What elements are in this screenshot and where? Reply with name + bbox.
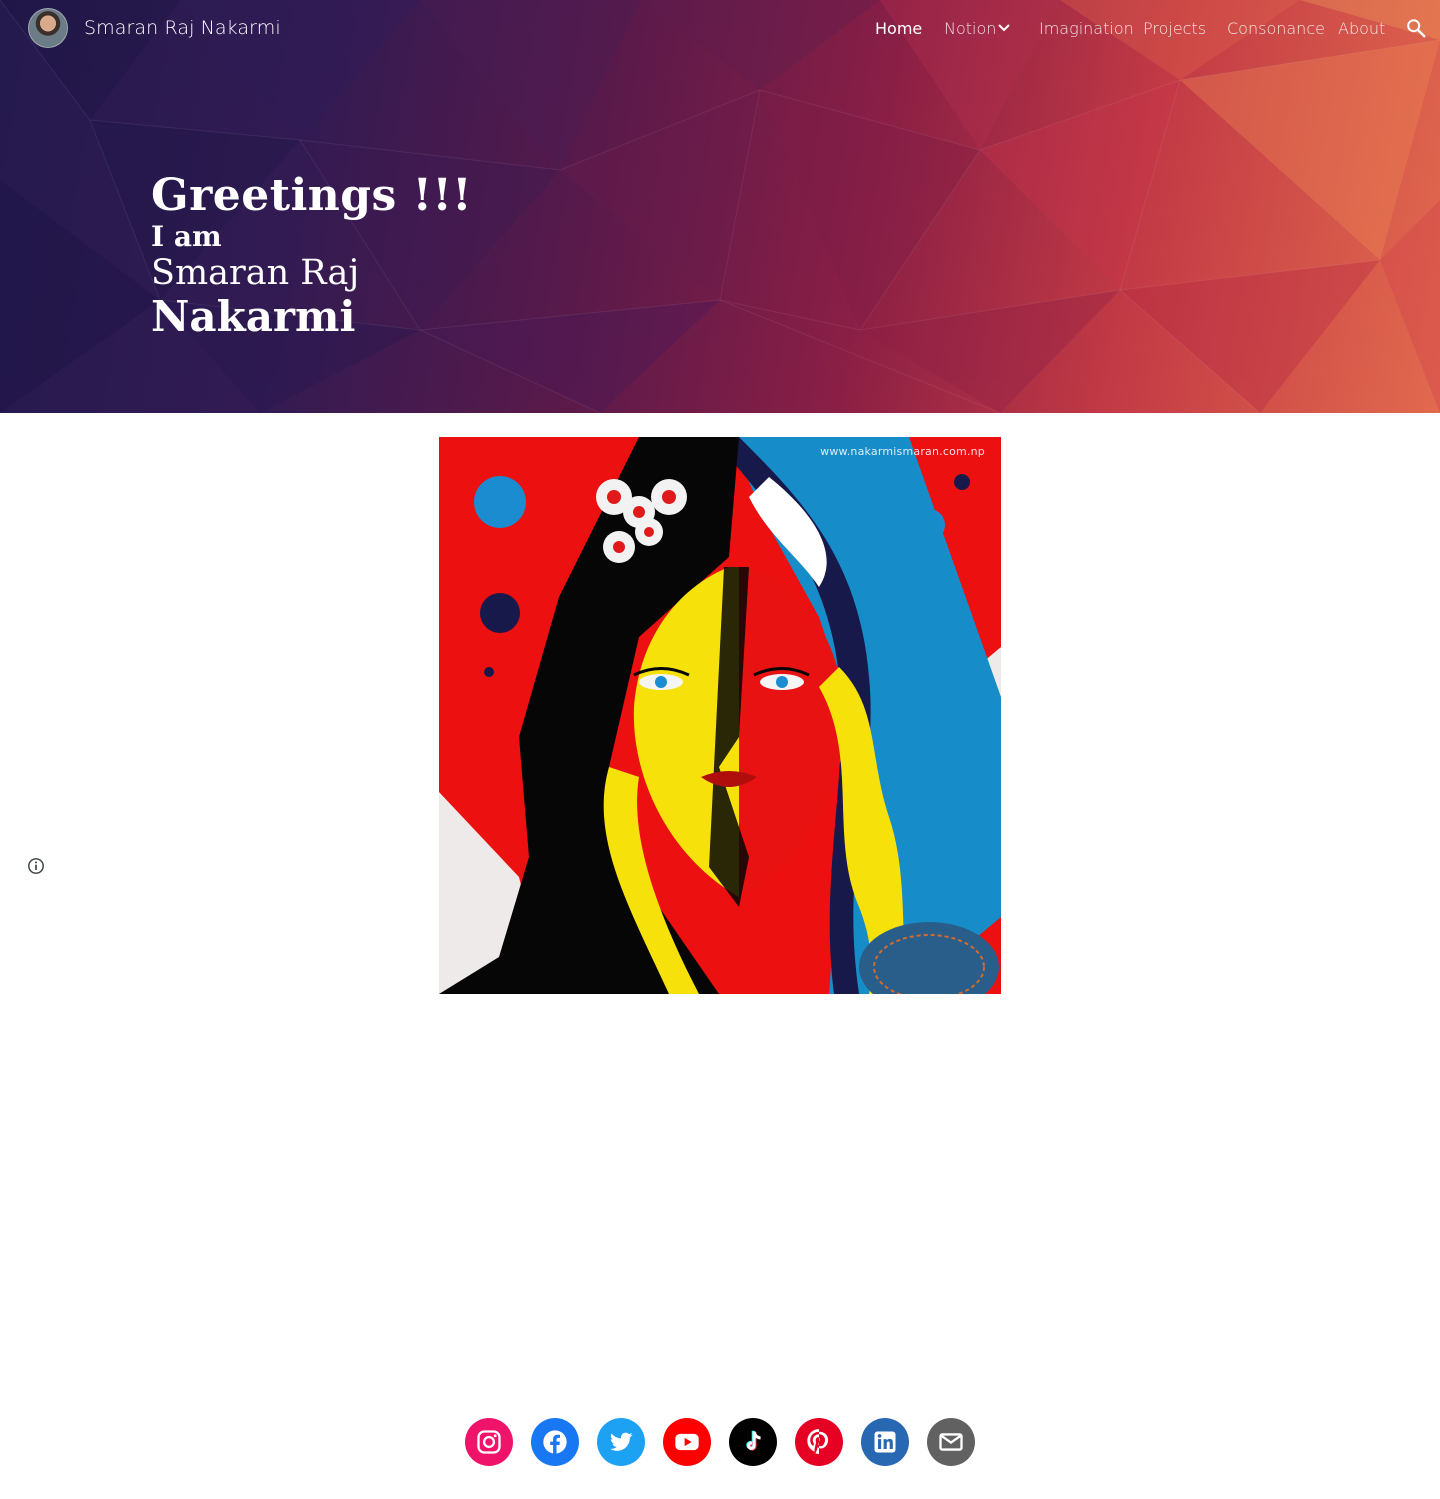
- facebook-button[interactable]: [531, 1418, 579, 1466]
- info-icon[interactable]: [27, 857, 45, 875]
- pinterest-icon: [807, 1429, 829, 1455]
- main-nav: Home Notion Imagination Projects Consona…: [0, 19, 1440, 41]
- twitter-icon: [610, 1432, 633, 1451]
- featured-artwork: www.nakarmismaran.com.np: [439, 437, 1001, 994]
- hero-intro: I am: [151, 220, 222, 253]
- nav-item-projects[interactable]: Projects: [1143, 19, 1206, 38]
- top-navigation-bar: Smaran Raj Nakarmi Home Notion Imaginati…: [0, 0, 1440, 58]
- social-links: [0, 1418, 1440, 1466]
- search-icon[interactable]: [1405, 17, 1427, 39]
- instagram-icon: [477, 1430, 501, 1454]
- nav-item-consonance[interactable]: Consonance: [1227, 19, 1325, 38]
- facebook-icon: [543, 1430, 567, 1454]
- instagram-button[interactable]: [465, 1418, 513, 1466]
- artwork-watermark: www.nakarmismaran.com.np: [820, 445, 985, 458]
- pinterest-button[interactable]: [795, 1418, 843, 1466]
- linkedin-icon: [874, 1431, 896, 1453]
- tiktok-button[interactable]: [729, 1418, 777, 1466]
- youtube-button[interactable]: [663, 1418, 711, 1466]
- tiktok-icon: [746, 1430, 761, 1451]
- nav-item-home[interactable]: Home: [875, 19, 922, 38]
- hero-name-first: Smaran Raj: [151, 253, 360, 293]
- email-button[interactable]: [927, 1418, 975, 1466]
- linkedin-button[interactable]: [861, 1418, 909, 1466]
- twitter-button[interactable]: [597, 1418, 645, 1466]
- artwork-illustration: [439, 437, 1001, 994]
- nav-item-about[interactable]: About: [1338, 19, 1385, 38]
- hero-greeting: Greetings !!!: [151, 170, 473, 221]
- mail-icon: [939, 1433, 963, 1451]
- hero-banner: Smaran Raj Nakarmi Home Notion Imaginati…: [0, 0, 1440, 413]
- hero-headline: Greetings !!! I am Smaran Raj Nakarmi: [151, 170, 472, 340]
- nav-item-imagination[interactable]: Imagination: [1039, 19, 1134, 38]
- nav-item-notion[interactable]: Notion: [944, 19, 996, 38]
- youtube-icon: [675, 1433, 699, 1451]
- chevron-down-icon[interactable]: [997, 23, 1011, 33]
- hero-name-last: Nakarmi: [151, 292, 356, 341]
